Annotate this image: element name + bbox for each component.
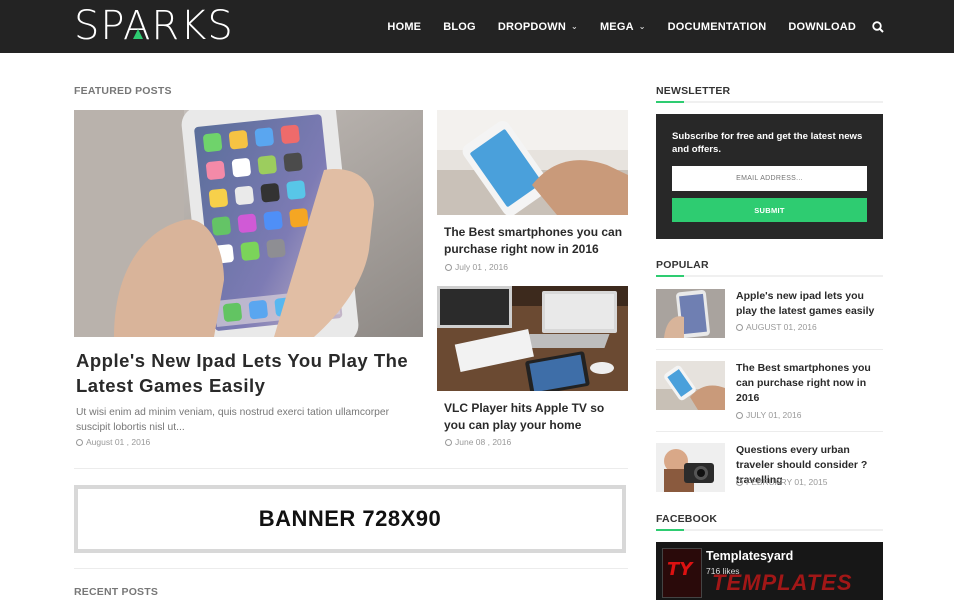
facebook-page-name[interactable]: Templatesyard (706, 549, 793, 563)
nav-label: BLOG (443, 20, 476, 33)
logo-text: SPARKS (74, 3, 234, 49)
divider (74, 468, 628, 469)
chevron-down-icon: ⌄ (571, 22, 578, 31)
popular-item[interactable]: Apple's new ipad lets you play the lates… (656, 289, 883, 339)
featured-heading: FEATURED POSTS (74, 85, 172, 97)
nav-item-documentation[interactable]: DOCUMENTATION (668, 21, 767, 33)
featured-main-excerpt: Ut wisi enim ad minim veniam, quis nostr… (76, 407, 390, 433)
featured-side-meta-1: July 01 , 2016 (445, 262, 508, 272)
popular-date: FEBRUARY 01, 2015 (746, 477, 828, 487)
recent-posts-heading: RECENT POSTS (74, 586, 159, 598)
featured-side-date-2: June 08 , 2016 (455, 437, 512, 447)
nav-label: DROPDOWN (497, 20, 567, 33)
facebook-heading-rule (656, 529, 883, 531)
popular-meta: AUGUST 01, 2016 (736, 322, 817, 332)
facebook-page-logo[interactable]: TY (662, 548, 702, 598)
popular-thumb[interactable] (656, 443, 725, 492)
nav-item-dropdown[interactable]: DROPDOWN ⌄ (498, 21, 578, 33)
site-logo[interactable]: SPARKS (74, 5, 234, 47)
nav-label: DOWNLOAD (788, 20, 856, 33)
popular-heading-rule (656, 275, 883, 277)
popular-meta: JULY 01, 2016 (736, 410, 801, 420)
nav-item-mega[interactable]: MEGA ⌄ (600, 21, 646, 33)
clock-icon (76, 438, 83, 446)
featured-side-title-1[interactable]: The Best smartphones you can purchase ri… (444, 224, 624, 258)
newsletter-heading-rule (656, 101, 883, 103)
nav-label: MEGA (599, 20, 634, 33)
popular-item[interactable]: The Best smartphones you can purchase ri… (656, 361, 884, 420)
nav-label: HOME (387, 20, 422, 33)
featured-side-meta-2: June 08 , 2016 (445, 437, 511, 447)
popular-heading: POPULAR (656, 259, 709, 271)
divider (656, 349, 883, 350)
svg-text:TY: TY (667, 559, 694, 580)
main-nav: HOME BLOG DROPDOWN ⌄ MEGA ⌄ DOCUMENTATION … (365, 0, 884, 53)
divider (656, 431, 883, 432)
featured-side-image-2[interactable] (437, 286, 628, 391)
ad-banner[interactable]: BANNER 728X90 (74, 485, 626, 553)
submit-button[interactable]: SUBMIT (672, 198, 867, 222)
featured-side-date-1: July 01 , 2016 (455, 262, 508, 272)
nav-label: DOCUMENTATION (667, 20, 767, 33)
featured-main-meta: August 01 , 2016 (76, 437, 150, 447)
facebook-heading: FACEBOOK (656, 513, 718, 525)
clock-icon (445, 438, 452, 446)
clock-icon (736, 323, 743, 331)
featured-main-title[interactable]: Apple's New Ipad Lets You Play The Lates… (76, 348, 416, 398)
facebook-likes: 716 likes (706, 566, 740, 576)
popular-date: JULY 01, 2016 (746, 410, 802, 420)
featured-main-date: August 01 , 2016 (86, 437, 151, 447)
logo-accent-triangle (133, 29, 143, 39)
clock-icon (736, 411, 743, 419)
newsletter-text: Subscribe for free and get the latest ne… (672, 131, 863, 155)
popular-thumb[interactable] (656, 361, 725, 410)
email-field[interactable] (672, 166, 867, 191)
popular-thumb[interactable] (656, 289, 725, 338)
chevron-down-icon: ⌄ (638, 22, 646, 31)
search-icon[interactable] (872, 20, 884, 33)
site-header: SPARKS HOME BLOG DROPDOWN ⌄ MEGA ⌄ DOCUMEN… (0, 0, 954, 53)
newsletter-heading: NEWSLETTER (656, 85, 731, 97)
nav-item-download[interactable]: DOWNLOAD (788, 21, 856, 33)
popular-date: AUGUST 01, 2016 (746, 322, 817, 332)
popular-item[interactable]: Questions every urban traveler should co… (656, 443, 883, 493)
popular-meta: FEBRUARY 01, 2015 (736, 477, 827, 487)
newsletter-box: Subscribe for free and get the latest ne… (656, 114, 883, 239)
featured-main-image[interactable] (74, 110, 423, 337)
popular-title[interactable]: Apple's new ipad lets you play the lates… (736, 289, 884, 319)
clock-icon (445, 263, 452, 271)
popular-title[interactable]: The Best smartphones you can purchase ri… (736, 361, 884, 406)
nav-item-blog[interactable]: BLOG (443, 21, 476, 33)
divider (74, 568, 628, 569)
nav-item-home[interactable]: HOME (387, 21, 421, 33)
featured-side-image-1[interactable] (437, 110, 628, 215)
banner-text: BANNER 728X90 (258, 506, 442, 531)
clock-icon (736, 478, 743, 486)
facebook-widget[interactable]: TEMPLATES TY Templatesyard 716 likes (656, 542, 883, 600)
featured-side-title-2[interactable]: VLC Player hits Apple TV so you can play… (444, 400, 624, 434)
